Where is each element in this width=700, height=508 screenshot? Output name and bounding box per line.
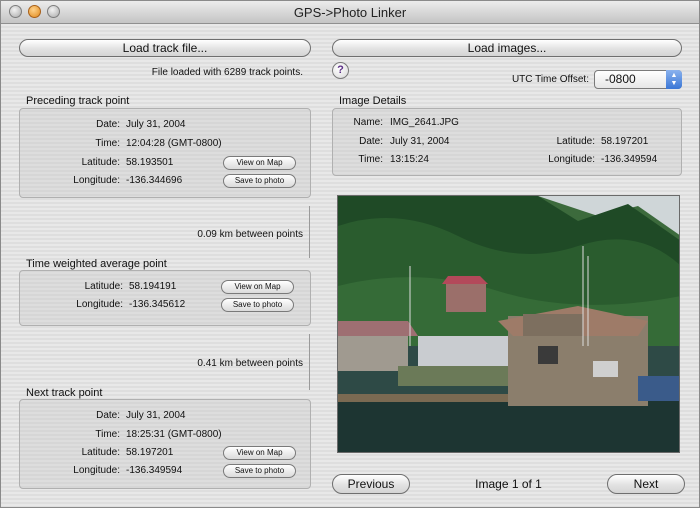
- next-time-label: Time:: [95, 429, 120, 440]
- preceding-latitude-value: 58.193501: [126, 157, 174, 168]
- select-arrows-icon: ▲ ▼: [666, 70, 682, 89]
- next-date-value: July 31, 2004: [126, 410, 186, 421]
- app-window: GPS->Photo Linker Load track file... Fil…: [0, 0, 700, 508]
- preceding-longitude-value: -136.344696: [126, 175, 183, 186]
- weighted-view-on-map-button[interactable]: View on Map: [221, 280, 294, 294]
- image-details-box: Name: IMG_2641.JPG Date: July 31, 2004 T…: [332, 108, 682, 176]
- next-save-to-photo-button[interactable]: Save to photo: [223, 464, 296, 478]
- next-longitude-label: Longitude:: [73, 465, 120, 476]
- image-name-value: IMG_2641.JPG: [390, 117, 459, 128]
- previous-button[interactable]: Previous: [332, 474, 410, 494]
- next-longitude-value: -136.349594: [126, 465, 183, 476]
- image-details-heading: Image Details: [339, 95, 407, 107]
- image-date-label: Date:: [359, 136, 383, 147]
- next-latitude-label: Latitude:: [81, 447, 120, 458]
- harbor-photo: [338, 196, 679, 452]
- preceding-point-box: Date: July 31, 2004 Time: 12:04:28 (GMT-…: [19, 108, 311, 198]
- weighted-longitude-value: -136.345612: [129, 299, 186, 310]
- utc-offset-value: -0800: [605, 72, 636, 86]
- image-longitude-label: Longitude:: [548, 154, 595, 165]
- distance-text-2: 0.41 km between points: [197, 358, 303, 369]
- image-name-label: Name:: [353, 117, 383, 128]
- image-latitude-label: Latitude:: [556, 136, 595, 147]
- weighted-heading: Time weighted average point: [26, 258, 167, 270]
- weighted-point-box: Latitude: 58.194191 Longitude: -136.3456…: [19, 270, 311, 326]
- distance-bracket-2: [309, 334, 310, 390]
- image-counter: Image 1 of 1: [475, 477, 542, 491]
- preceding-longitude-label: Longitude:: [73, 175, 120, 186]
- load-images-button[interactable]: Load images...: [332, 39, 682, 57]
- distance-bracket-1: [309, 206, 310, 258]
- preceding-view-on-map-button[interactable]: View on Map: [223, 156, 296, 170]
- next-view-on-map-button[interactable]: View on Map: [223, 446, 296, 460]
- preceding-date-value: July 31, 2004: [126, 119, 186, 130]
- help-icon[interactable]: ?: [332, 62, 349, 79]
- file-status-text: File loaded with 6289 track points.: [151, 67, 303, 78]
- image-latitude-value: 58.197201: [601, 136, 649, 147]
- image-longitude-value: -136.349594: [601, 154, 658, 165]
- photo-preview: [337, 195, 680, 453]
- next-time-value: 18:25:31 (GMT-0800): [126, 429, 222, 440]
- utc-offset-select[interactable]: -0800 ▲ ▼: [594, 70, 682, 89]
- weighted-latitude-label: Latitude:: [84, 281, 123, 292]
- weighted-longitude-label: Longitude:: [76, 299, 123, 310]
- preceding-latitude-label: Latitude:: [81, 157, 120, 168]
- preceding-heading: Preceding track point: [26, 95, 130, 107]
- utc-offset-label: UTC Time Offset:: [511, 74, 589, 85]
- preceding-date-label: Date:: [96, 119, 120, 130]
- next-heading: Next track point: [26, 387, 103, 399]
- image-time-label: Time:: [358, 154, 383, 165]
- window-title: GPS->Photo Linker: [293, 5, 407, 20]
- weighted-save-to-photo-button[interactable]: Save to photo: [221, 298, 294, 312]
- preceding-time-label: Time:: [95, 138, 120, 149]
- image-date-value: July 31, 2004: [390, 136, 450, 147]
- next-point-box: Date: July 31, 2004 Time: 18:25:31 (GMT-…: [19, 399, 311, 489]
- next-date-label: Date:: [96, 410, 120, 421]
- weighted-latitude-value: 58.194191: [129, 281, 177, 292]
- preceding-time-value: 12:04:28 (GMT-0800): [126, 138, 222, 149]
- main-content: Load track file... File loaded with 6289…: [1, 24, 699, 507]
- title-bar: GPS->Photo Linker: [1, 1, 699, 24]
- image-time-value: 13:15:24: [390, 154, 429, 165]
- next-latitude-value: 58.197201: [126, 447, 174, 458]
- load-track-file-button[interactable]: Load track file...: [19, 39, 311, 57]
- next-button[interactable]: Next: [607, 474, 685, 494]
- distance-text-1: 0.09 km between points: [197, 229, 303, 240]
- preceding-save-to-photo-button[interactable]: Save to photo: [223, 174, 296, 188]
